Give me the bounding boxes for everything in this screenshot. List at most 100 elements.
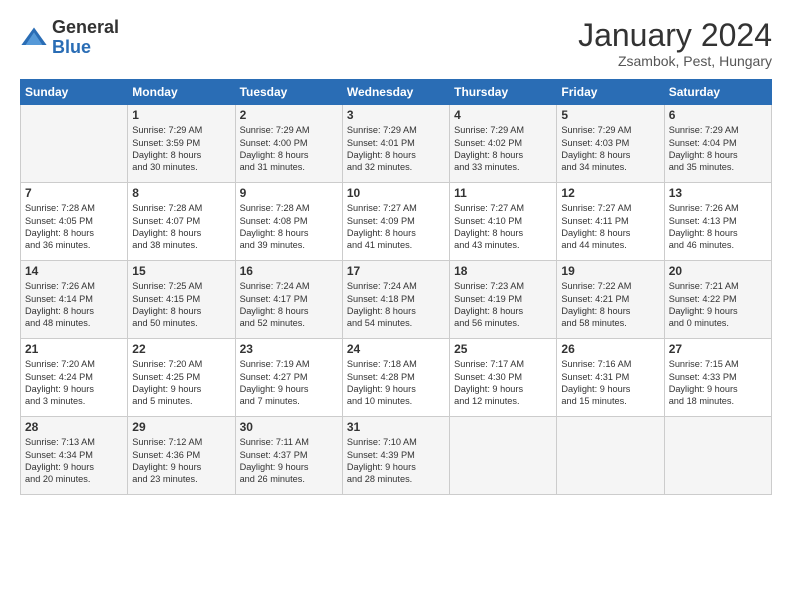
col-thursday: Thursday — [450, 80, 557, 105]
page: General Blue January 2024 Zsambok, Pest,… — [0, 0, 792, 612]
cell-1-2: 9 Sunrise: 7:28 AM Sunset: 4:08 PM Daylig… — [235, 183, 342, 261]
cell-2-2: 16 Sunrise: 7:24 AM Sunset: 4:17 PM Dayli… — [235, 261, 342, 339]
cell-content: Sunrise: 7:28 AM Sunset: 4:07 PM Dayligh… — [132, 202, 230, 252]
cell-content: Sunrise: 7:17 AM Sunset: 4:30 PM Dayligh… — [454, 358, 552, 408]
cell-content: Sunrise: 7:22 AM Sunset: 4:21 PM Dayligh… — [561, 280, 659, 330]
cell-content: Sunrise: 7:29 AM Sunset: 3:59 PM Dayligh… — [132, 124, 230, 174]
cell-content: Sunrise: 7:18 AM Sunset: 4:28 PM Dayligh… — [347, 358, 445, 408]
cell-content: Sunrise: 7:29 AM Sunset: 4:04 PM Dayligh… — [669, 124, 767, 174]
cell-content: Sunrise: 7:28 AM Sunset: 4:05 PM Dayligh… — [25, 202, 123, 252]
col-tuesday: Tuesday — [235, 80, 342, 105]
cell-2-6: 20 Sunrise: 7:21 AM Sunset: 4:22 PM Dayli… — [664, 261, 771, 339]
cell-2-1: 15 Sunrise: 7:25 AM Sunset: 4:15 PM Dayli… — [128, 261, 235, 339]
cell-content: Sunrise: 7:20 AM Sunset: 4:25 PM Dayligh… — [132, 358, 230, 408]
cell-3-3: 24 Sunrise: 7:18 AM Sunset: 4:28 PM Dayli… — [342, 339, 449, 417]
day-number: 27 — [669, 342, 767, 356]
title-block: January 2024 Zsambok, Pest, Hungary — [578, 18, 772, 69]
day-number: 4 — [454, 108, 552, 122]
cell-3-5: 26 Sunrise: 7:16 AM Sunset: 4:31 PM Dayli… — [557, 339, 664, 417]
cell-content: Sunrise: 7:16 AM Sunset: 4:31 PM Dayligh… — [561, 358, 659, 408]
cell-0-0 — [21, 105, 128, 183]
cell-0-3: 3 Sunrise: 7:29 AM Sunset: 4:01 PM Daylig… — [342, 105, 449, 183]
cell-2-4: 18 Sunrise: 7:23 AM Sunset: 4:19 PM Dayli… — [450, 261, 557, 339]
cell-2-3: 17Sunrise: 7:24 AM Sunset: 4:18 PM Dayli… — [342, 261, 449, 339]
cell-3-2: 23 Sunrise: 7:19 AM Sunset: 4:27 PM Dayli… — [235, 339, 342, 417]
cell-4-6 — [664, 417, 771, 495]
logo-icon — [20, 24, 48, 52]
header-row: Sunday Monday Tuesday Wednesday Thursday… — [21, 80, 772, 105]
cell-content: Sunrise: 7:23 AM Sunset: 4:19 PM Dayligh… — [454, 280, 552, 330]
logo-blue: Blue — [52, 37, 91, 57]
cell-3-4: 25 Sunrise: 7:17 AM Sunset: 4:30 PM Dayli… — [450, 339, 557, 417]
cell-0-1: 1 Sunrise: 7:29 AM Sunset: 3:59 PM Daylig… — [128, 105, 235, 183]
cell-4-4 — [450, 417, 557, 495]
cell-3-0: 21Sunrise: 7:20 AM Sunset: 4:24 PM Dayli… — [21, 339, 128, 417]
day-number: 8 — [132, 186, 230, 200]
cell-0-6: 6Sunrise: 7:29 AM Sunset: 4:04 PM Daylig… — [664, 105, 771, 183]
col-sunday: Sunday — [21, 80, 128, 105]
logo-general: General — [52, 17, 119, 37]
cell-content: Sunrise: 7:26 AM Sunset: 4:13 PM Dayligh… — [669, 202, 767, 252]
cell-4-3: 31Sunrise: 7:10 AM Sunset: 4:39 PM Dayli… — [342, 417, 449, 495]
cell-4-5 — [557, 417, 664, 495]
month-title: January 2024 — [578, 18, 772, 53]
day-number: 5 — [561, 108, 659, 122]
cell-1-6: 13 Sunrise: 7:26 AM Sunset: 4:13 PM Dayli… — [664, 183, 771, 261]
logo: General Blue — [20, 18, 119, 58]
day-number: 20 — [669, 264, 767, 278]
cell-content: Sunrise: 7:26 AM Sunset: 4:14 PM Dayligh… — [25, 280, 123, 330]
cell-content: Sunrise: 7:24 AM Sunset: 4:17 PM Dayligh… — [240, 280, 338, 330]
col-friday: Friday — [557, 80, 664, 105]
day-number: 7 — [25, 186, 123, 200]
cell-content: Sunrise: 7:29 AM Sunset: 4:01 PM Dayligh… — [347, 124, 445, 174]
day-number: 19 — [561, 264, 659, 278]
day-number: 31 — [347, 420, 445, 434]
day-number: 15 — [132, 264, 230, 278]
cell-content: Sunrise: 7:19 AM Sunset: 4:27 PM Dayligh… — [240, 358, 338, 408]
day-number: 12 — [561, 186, 659, 200]
cell-content: Sunrise: 7:29 AM Sunset: 4:03 PM Dayligh… — [561, 124, 659, 174]
day-number: 1 — [132, 108, 230, 122]
cell-4-2: 30Sunrise: 7:11 AM Sunset: 4:37 PM Dayli… — [235, 417, 342, 495]
day-number: 28 — [25, 420, 123, 434]
week-row-4: 28Sunrise: 7:13 AM Sunset: 4:34 PM Dayli… — [21, 417, 772, 495]
cell-1-4: 11Sunrise: 7:27 AM Sunset: 4:10 PM Dayli… — [450, 183, 557, 261]
day-number: 23 — [240, 342, 338, 356]
day-number: 11 — [454, 186, 552, 200]
cell-0-2: 2Sunrise: 7:29 AM Sunset: 4:00 PM Daylig… — [235, 105, 342, 183]
cell-1-0: 7 Sunrise: 7:28 AM Sunset: 4:05 PM Daylig… — [21, 183, 128, 261]
week-row-0: 1 Sunrise: 7:29 AM Sunset: 3:59 PM Daylig… — [21, 105, 772, 183]
cell-content: Sunrise: 7:15 AM Sunset: 4:33 PM Dayligh… — [669, 358, 767, 408]
cell-3-1: 22Sunrise: 7:20 AM Sunset: 4:25 PM Dayli… — [128, 339, 235, 417]
cell-content: Sunrise: 7:27 AM Sunset: 4:11 PM Dayligh… — [561, 202, 659, 252]
cell-4-1: 29Sunrise: 7:12 AM Sunset: 4:36 PM Dayli… — [128, 417, 235, 495]
day-number: 21 — [25, 342, 123, 356]
cell-content: Sunrise: 7:25 AM Sunset: 4:15 PM Dayligh… — [132, 280, 230, 330]
cell-content: Sunrise: 7:29 AM Sunset: 4:02 PM Dayligh… — [454, 124, 552, 174]
cell-content: Sunrise: 7:29 AM Sunset: 4:00 PM Dayligh… — [240, 124, 338, 174]
day-number: 3 — [347, 108, 445, 122]
cell-content: Sunrise: 7:27 AM Sunset: 4:09 PM Dayligh… — [347, 202, 445, 252]
day-number: 16 — [240, 264, 338, 278]
day-number: 18 — [454, 264, 552, 278]
cell-2-5: 19 Sunrise: 7:22 AM Sunset: 4:21 PM Dayli… — [557, 261, 664, 339]
cell-1-1: 8 Sunrise: 7:28 AM Sunset: 4:07 PM Daylig… — [128, 183, 235, 261]
cell-0-5: 5 Sunrise: 7:29 AM Sunset: 4:03 PM Daylig… — [557, 105, 664, 183]
day-number: 24 — [347, 342, 445, 356]
col-wednesday: Wednesday — [342, 80, 449, 105]
day-number: 30 — [240, 420, 338, 434]
day-number: 25 — [454, 342, 552, 356]
day-number: 26 — [561, 342, 659, 356]
col-saturday: Saturday — [664, 80, 771, 105]
day-number: 10 — [347, 186, 445, 200]
header: General Blue January 2024 Zsambok, Pest,… — [20, 18, 772, 69]
day-number: 17 — [347, 264, 445, 278]
cell-content: Sunrise: 7:28 AM Sunset: 4:08 PM Dayligh… — [240, 202, 338, 252]
cell-content: Sunrise: 7:21 AM Sunset: 4:22 PM Dayligh… — [669, 280, 767, 330]
day-number: 13 — [669, 186, 767, 200]
day-number: 29 — [132, 420, 230, 434]
day-number: 9 — [240, 186, 338, 200]
week-row-1: 7 Sunrise: 7:28 AM Sunset: 4:05 PM Daylig… — [21, 183, 772, 261]
cell-3-6: 27 Sunrise: 7:15 AM Sunset: 4:33 PM Dayli… — [664, 339, 771, 417]
cell-1-3: 10 Sunrise: 7:27 AM Sunset: 4:09 PM Dayli… — [342, 183, 449, 261]
